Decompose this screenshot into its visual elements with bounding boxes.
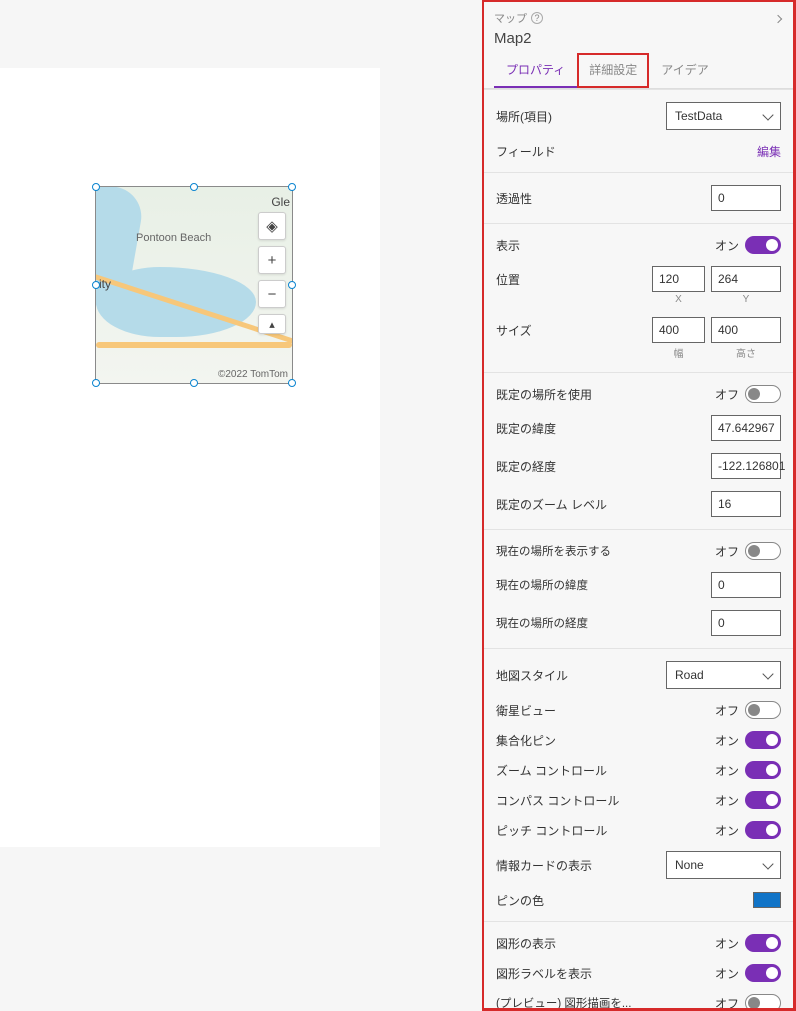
chevron-down-icon <box>762 858 773 869</box>
info-card-value: None <box>675 858 764 872</box>
map-control-selected[interactable]: Pontoon Beach ity Gle ©2022 TomTom ◈ + −… <box>95 186 293 384</box>
current-lon-label: 現在の場所の経度 <box>496 615 711 631</box>
zoom-control-toggle[interactable] <box>745 761 781 779</box>
cluster-pins-toggle[interactable] <box>745 731 781 749</box>
map-attribution: ©2022 TomTom <box>218 369 288 380</box>
pitch-control-toggle[interactable] <box>745 821 781 839</box>
default-zoom-input[interactable]: 16 <box>711 491 781 517</box>
road-line <box>96 342 292 348</box>
zoom-in-button[interactable]: + <box>258 246 286 274</box>
satellite-label: 衛星ビュー <box>496 702 715 719</box>
pos-y-sublabel: Y <box>743 294 750 305</box>
control-name[interactable]: Map2 <box>494 30 783 47</box>
cluster-pins-label: 集合化ピン <box>496 732 715 749</box>
tab-advanced[interactable]: 詳細設定 <box>577 53 649 88</box>
shape-drawing-toggle[interactable] <box>745 994 781 1011</box>
compass-icon[interactable]: ◈ <box>258 212 286 240</box>
help-icon[interactable]: ? <box>531 12 543 24</box>
pitch-control-label: ピッチ コントロール <box>496 822 715 839</box>
type-text: マップ <box>494 10 527 26</box>
resize-handle[interactable] <box>92 281 100 289</box>
info-card-dropdown[interactable]: None <box>666 851 781 879</box>
resize-handle[interactable] <box>288 281 296 289</box>
height-input[interactable]: 400 <box>711 317 781 343</box>
zoom-out-button[interactable]: − <box>258 280 286 308</box>
show-current-label: 現在の場所を表示する <box>496 543 715 559</box>
items-value: TestData <box>675 109 764 123</box>
map-label: ity <box>99 277 111 291</box>
resize-handle[interactable] <box>92 379 100 387</box>
zoom-control-label: ズーム コントロール <box>496 762 715 779</box>
transparency-label: 透過性 <box>496 190 711 207</box>
resize-handle[interactable] <box>190 183 198 191</box>
current-lat-input[interactable]: 0 <box>711 572 781 598</box>
tabs: プロパティ 詳細設定 アイデア <box>484 53 793 89</box>
default-lat-input[interactable]: 47.642967 <box>711 415 781 441</box>
satellite-toggle[interactable] <box>745 701 781 719</box>
compass-control-toggle[interactable] <box>745 791 781 809</box>
map-inline-controls: ◈ + − ▴ <box>258 212 286 334</box>
shape-drawing-label: (プレビュー) 図形描画を... <box>496 995 715 1011</box>
show-current-state: オフ <box>715 543 739 560</box>
visible-label: 表示 <box>496 237 715 254</box>
default-lon-label: 既定の経度 <box>496 458 711 475</box>
chevron-down-icon <box>762 109 773 120</box>
transparency-input[interactable]: 0 <box>711 185 781 211</box>
map-label: Pontoon Beach <box>136 232 211 244</box>
map-preview: Pontoon Beach ity Gle ©2022 TomTom ◈ + −… <box>96 187 292 383</box>
use-default-loc-state: オフ <box>715 386 739 403</box>
map-style-dropdown[interactable]: Road <box>666 661 781 689</box>
width-input[interactable]: 400 <box>652 317 705 343</box>
pitch-button[interactable]: ▴ <box>258 314 286 334</box>
properties-panel: マップ ? Map2 プロパティ 詳細設定 アイデア 場所(項目) TestDa… <box>482 0 796 1011</box>
compass-control-label: コンパス コントロール <box>496 792 715 809</box>
map-style-value: Road <box>675 668 764 682</box>
default-zoom-label: 既定のズーム レベル <box>496 496 711 513</box>
position-label: 位置 <box>496 266 652 288</box>
height-sublabel: 高さ <box>736 345 756 360</box>
current-lon-input[interactable]: 0 <box>711 610 781 636</box>
pin-color-swatch[interactable] <box>753 892 781 908</box>
resize-handle[interactable] <box>288 379 296 387</box>
fields-edit-link[interactable]: 編集 <box>757 143 781 160</box>
resize-handle[interactable] <box>288 183 296 191</box>
items-dropdown[interactable]: TestData <box>666 102 781 130</box>
shapes-show-label: 図形の表示 <box>496 935 715 952</box>
show-current-toggle[interactable] <box>745 542 781 560</box>
current-lat-label: 現在の場所の緯度 <box>496 577 711 593</box>
pin-color-label: ピンの色 <box>496 892 753 909</box>
map-label: Gle <box>271 195 290 209</box>
shapes-show-toggle[interactable] <box>745 934 781 952</box>
pos-y-input[interactable]: 264 <box>711 266 781 292</box>
visible-state: オン <box>715 237 739 254</box>
shape-labels-label: 図形ラベルを表示 <box>496 965 715 982</box>
use-default-loc-label: 既定の場所を使用 <box>496 386 715 403</box>
tab-properties[interactable]: プロパティ <box>494 53 577 88</box>
tab-ideas[interactable]: アイデア <box>649 53 720 88</box>
info-card-label: 情報カードの表示 <box>496 857 666 874</box>
pos-x-sublabel: X <box>675 294 682 305</box>
items-label: 場所(項目) <box>496 108 666 125</box>
shape-labels-toggle[interactable] <box>745 964 781 982</box>
chevron-down-icon <box>762 668 773 679</box>
resize-handle[interactable] <box>190 379 198 387</box>
resize-handle[interactable] <box>92 183 100 191</box>
canvas-area[interactable]: Pontoon Beach ity Gle ©2022 TomTom ◈ + −… <box>0 68 380 847</box>
control-type-label: マップ ? <box>494 10 783 26</box>
fields-label: フィールド <box>496 143 757 160</box>
default-lat-label: 既定の緯度 <box>496 420 711 437</box>
use-default-loc-toggle[interactable] <box>745 385 781 403</box>
pos-x-input[interactable]: 120 <box>652 266 705 292</box>
map-style-label: 地図スタイル <box>496 667 666 684</box>
visible-toggle[interactable] <box>745 236 781 254</box>
default-lon-input[interactable]: -122.126801 <box>711 453 781 479</box>
width-sublabel: 幅 <box>674 345 684 360</box>
size-label: サイズ <box>496 317 652 339</box>
